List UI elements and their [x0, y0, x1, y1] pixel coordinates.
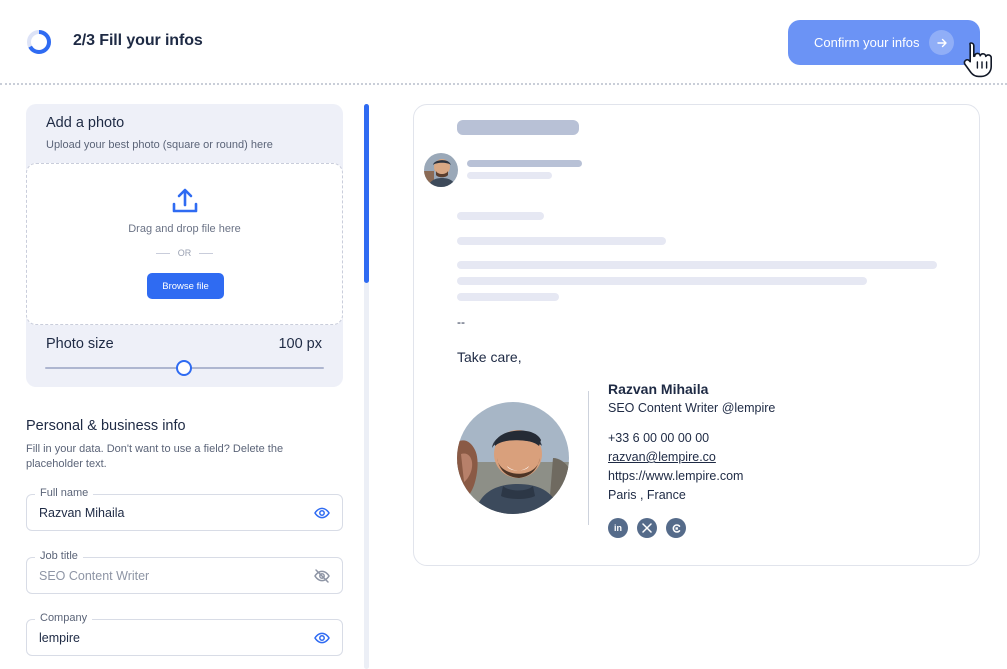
signature-phone: +33 6 00 00 00 00 — [608, 431, 710, 445]
photo-card-subtitle: Upload your best photo (square or round)… — [46, 139, 273, 151]
email-preview: -- Take care, Razvan Mihaila SEO Content… — [413, 104, 980, 566]
photo-size-slider-thumb[interactable] — [176, 360, 192, 376]
skeleton-sender-email — [467, 172, 552, 179]
skeleton-subject — [457, 120, 579, 135]
photo-card-title: Add a photo — [46, 115, 125, 131]
closing-text: Take care, — [457, 349, 522, 365]
left-panel-scrollbar-thumb[interactable] — [364, 104, 369, 283]
full-name-field[interactable]: Full name Razvan Mihaila — [26, 487, 343, 531]
dropzone-text: Drag and drop file here — [128, 223, 241, 235]
personal-info-description: Fill in your data. Don't want to use a f… — [26, 443, 284, 470]
progress-ring-icon — [27, 30, 51, 54]
confirm-button-label: Confirm your infos — [814, 35, 920, 50]
skeleton-line — [457, 212, 544, 220]
skeleton-line — [457, 277, 867, 285]
company-value[interactable]: lempire — [39, 631, 80, 645]
signature-email-link[interactable]: razvan@lempire.co — [608, 450, 716, 464]
personal-info-title: Personal & business info — [26, 418, 186, 434]
signature-name: Razvan Mihaila — [608, 381, 709, 397]
signature-role: SEO Content Writer @lempire — [608, 401, 776, 415]
company-label: Company — [35, 612, 93, 624]
arrow-right-icon — [929, 30, 954, 55]
eye-icon[interactable] — [314, 505, 330, 521]
job-title-value[interactable]: SEO Content Writer — [39, 569, 149, 583]
signature-photo — [457, 402, 569, 514]
hand-pointer-cursor-icon — [963, 42, 992, 78]
confirm-button[interactable]: Confirm your infos — [788, 20, 980, 65]
skeleton-line — [457, 293, 559, 301]
eye-off-icon[interactable] — [314, 568, 330, 584]
browse-file-button[interactable]: Browse file — [147, 273, 224, 299]
lempire-icon[interactable] — [666, 518, 686, 538]
signature-separator: -- — [457, 315, 465, 329]
photo-size-label: Photo size — [46, 336, 114, 352]
header-divider — [0, 83, 1007, 85]
or-separator: OR — [27, 248, 342, 258]
skeleton-sender-name — [467, 160, 582, 167]
job-title-label: Job title — [35, 550, 83, 562]
linkedin-icon[interactable]: in — [608, 518, 628, 538]
photo-size-value: 100 px — [278, 336, 322, 352]
skeleton-line — [457, 261, 937, 269]
upload-icon — [172, 188, 198, 213]
signature-divider — [588, 391, 589, 525]
photo-dropzone[interactable]: Drag and drop file here OR Browse file — [26, 163, 343, 325]
sender-avatar — [424, 153, 458, 187]
full-name-label: Full name — [35, 487, 94, 499]
photo-card: Add a photo Upload your best photo (squa… — [26, 104, 343, 387]
step-title: 2/3 Fill your infos — [73, 32, 203, 49]
signature-website[interactable]: https://www.lempire.com — [608, 469, 743, 483]
full-name-value[interactable]: Razvan Mihaila — [39, 506, 124, 520]
job-title-field[interactable]: Job title SEO Content Writer — [26, 550, 343, 594]
eye-icon[interactable] — [314, 630, 330, 646]
company-field[interactable]: Company lempire — [26, 612, 343, 656]
signature-location: Paris , France — [608, 488, 686, 502]
skeleton-line — [457, 237, 666, 245]
x-icon[interactable] — [637, 518, 657, 538]
top-bar: 2/3 Fill your infos Confirm your infos — [0, 0, 1007, 84]
